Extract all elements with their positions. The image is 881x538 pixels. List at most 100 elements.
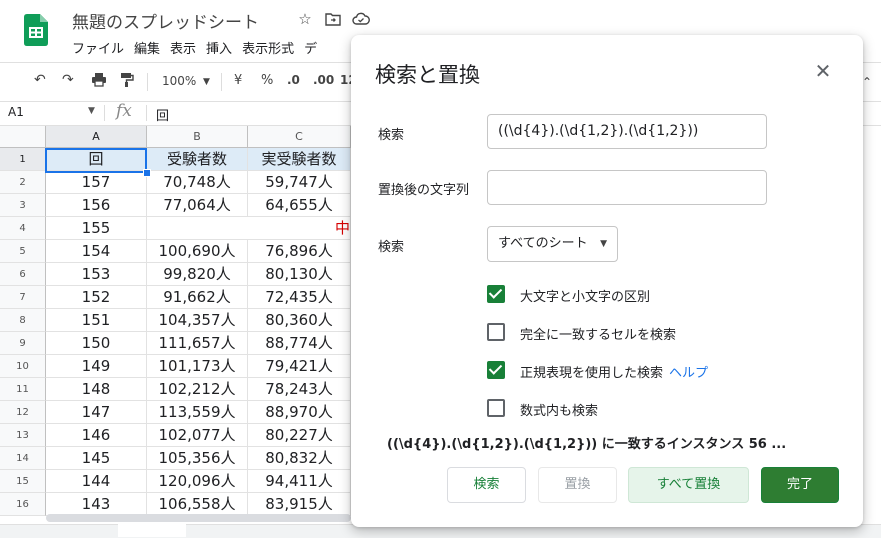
table-cell[interactable]: 155 — [46, 217, 147, 240]
table-cell[interactable]: 64,655人 — [248, 194, 351, 217]
currency-format-button[interactable]: ¥ — [234, 73, 242, 88]
table-cell[interactable]: 102,212人 — [147, 378, 248, 401]
row-header[interactable]: 2 — [0, 171, 46, 194]
table-cell[interactable]: 102,077人 — [147, 424, 248, 447]
table-cell[interactable]: 80,130人 — [248, 263, 351, 286]
table-cell[interactable]: 受験者数 — [147, 148, 248, 171]
row-header[interactable]: 12 — [0, 401, 46, 424]
table-cell[interactable]: 79,421人 — [248, 355, 351, 378]
match-case-checkbox[interactable] — [487, 285, 505, 303]
replace-input[interactable] — [487, 170, 767, 205]
row-header[interactable]: 7 — [0, 286, 46, 309]
match-case-label[interactable]: 大文字と小文字の区別 — [520, 286, 650, 305]
scope-select[interactable]: すべてのシート ▼ — [487, 226, 618, 262]
table-cell[interactable]: 88,774人 — [248, 332, 351, 355]
row-header[interactable]: 10 — [0, 355, 46, 378]
regex-checkbox[interactable] — [487, 361, 505, 379]
table-cell[interactable]: 106,558人 — [147, 493, 248, 516]
table-cell[interactable]: 144 — [46, 470, 147, 493]
table-cell[interactable]: 147 — [46, 401, 147, 424]
table-cell[interactable]: 94,411人 — [248, 470, 351, 493]
menu-edit[interactable]: 編集 — [134, 38, 160, 57]
row-header[interactable]: 6 — [0, 263, 46, 286]
name-box[interactable]: A1 — [8, 105, 24, 119]
table-cell[interactable]: 実受験者数 — [248, 148, 351, 171]
row-header[interactable]: 13 — [0, 424, 46, 447]
table-cell[interactable]: 150 — [46, 332, 147, 355]
table-cell[interactable]: 76,896人 — [248, 240, 351, 263]
percent-format-button[interactable]: % — [261, 73, 273, 88]
column-header-b[interactable]: B — [147, 126, 248, 148]
table-cell[interactable]: 146 — [46, 424, 147, 447]
column-header-c[interactable]: C — [248, 126, 351, 148]
fill-handle[interactable] — [143, 169, 151, 177]
table-cell[interactable]: 151 — [46, 309, 147, 332]
move-folder-icon[interactable] — [324, 10, 342, 28]
select-all-corner[interactable] — [0, 126, 46, 148]
undo-icon[interactable]: ↶ — [34, 72, 46, 88]
match-entire-cell-checkbox[interactable] — [487, 323, 505, 341]
table-cell[interactable]: 152 — [46, 286, 147, 309]
table-cell[interactable]: 72,435人 — [248, 286, 351, 309]
table-cell[interactable]: 78,243人 — [248, 378, 351, 401]
formula-input[interactable]: 回 — [156, 105, 169, 124]
merged-cell[interactable]: 中 — [147, 217, 351, 240]
print-icon[interactable] — [91, 72, 107, 91]
menu-view[interactable]: 表示 — [170, 38, 196, 57]
menu-data[interactable]: デ — [304, 38, 317, 57]
table-cell[interactable]: 80,360人 — [248, 309, 351, 332]
table-cell[interactable]: 80,832人 — [248, 447, 351, 470]
menu-format[interactable]: 表示形式 — [242, 38, 294, 57]
table-cell[interactable]: 80,227人 — [248, 424, 351, 447]
table-cell[interactable]: 153 — [46, 263, 147, 286]
table-cell[interactable]: 145 — [46, 447, 147, 470]
table-cell[interactable]: 157 — [46, 171, 147, 194]
menu-file[interactable]: ファイル — [72, 38, 124, 57]
table-cell[interactable]: 120,096人 — [147, 470, 248, 493]
increase-decimal-button[interactable]: .00 — [313, 73, 334, 87]
column-header-a[interactable]: A — [46, 126, 147, 148]
table-cell[interactable]: 88,970人 — [248, 401, 351, 424]
table-cell[interactable]: 91,662人 — [147, 286, 248, 309]
regex-label[interactable]: 正規表現を使用した検索 — [520, 366, 663, 381]
row-header[interactable]: 3 — [0, 194, 46, 217]
row-header[interactable]: 5 — [0, 240, 46, 263]
table-cell[interactable]: 83,915人 — [248, 493, 351, 516]
decrease-decimal-button[interactable]: .0 — [287, 73, 300, 87]
table-cell[interactable]: 154 — [46, 240, 147, 263]
zoom-select[interactable]: 100% — [162, 74, 196, 88]
paint-format-icon[interactable] — [120, 72, 134, 92]
horizontal-scrollbar[interactable] — [46, 514, 351, 522]
help-link[interactable]: ヘルプ — [669, 366, 708, 381]
redo-icon[interactable]: ↷ — [62, 72, 74, 88]
done-button[interactable]: 完了 — [761, 467, 839, 503]
replace-all-button[interactable]: すべて置換 — [628, 467, 749, 503]
table-cell[interactable]: 104,357人 — [147, 309, 248, 332]
replace-button[interactable]: 置換 — [538, 467, 617, 503]
close-icon[interactable]: ✕ — [811, 59, 835, 83]
table-cell[interactable]: 99,820人 — [147, 263, 248, 286]
table-cell[interactable]: 143 — [46, 493, 147, 516]
search-formulas-checkbox[interactable] — [487, 399, 505, 417]
row-header[interactable]: 15 — [0, 470, 46, 493]
table-cell[interactable]: 100,690人 — [147, 240, 248, 263]
table-cell[interactable]: 77,064人 — [147, 194, 248, 217]
table-cell[interactable]: 148 — [46, 378, 147, 401]
row-header[interactable]: 8 — [0, 309, 46, 332]
sheet-tab-active[interactable] — [118, 524, 186, 537]
name-box-caret-icon[interactable]: ▼ — [88, 106, 95, 116]
table-cell[interactable]: 105,356人 — [147, 447, 248, 470]
table-cell[interactable]: 回 — [46, 148, 147, 171]
table-cell[interactable]: 149 — [46, 355, 147, 378]
star-icon[interactable]: ☆ — [296, 10, 314, 28]
search-button[interactable]: 検索 — [447, 467, 526, 503]
row-header[interactable]: 14 — [0, 447, 46, 470]
search-formulas-label[interactable]: 数式内も検索 — [520, 400, 598, 419]
row-header[interactable]: 11 — [0, 378, 46, 401]
cloud-status-icon[interactable] — [352, 10, 370, 28]
sheets-logo-icon[interactable] — [24, 14, 48, 46]
find-input[interactable]: ((\d{4}).(\d{1,2}).(\d{1,2})) — [487, 114, 767, 149]
zoom-caret-icon[interactable]: ▼ — [203, 77, 210, 87]
row-header[interactable]: 1 — [0, 148, 46, 171]
row-header[interactable]: 4 — [0, 217, 46, 240]
